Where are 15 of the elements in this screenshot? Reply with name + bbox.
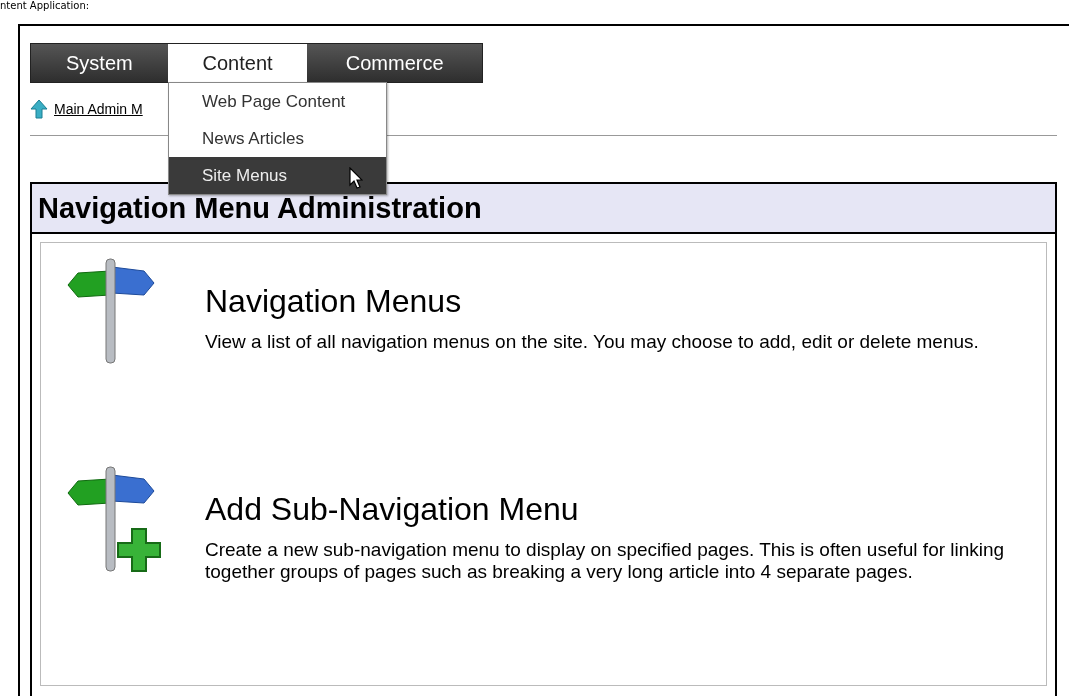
up-arrow-icon: [30, 99, 48, 119]
page-heading: ntent Application:: [0, 0, 90, 11]
menu-item[interactable]: Web Page Content: [169, 83, 386, 120]
item-description: Create a new sub-navigation menu to display on specified pages. This is often useful for linking together groups of pages such as breaking a very long article into 4 separate pages.: [205, 539, 1006, 583]
menu-tab[interactable]: Commerce: [307, 44, 482, 82]
panel-title: Navigation Menu Administration: [32, 184, 1055, 234]
menu-tab[interactable]: Content: [167, 44, 308, 82]
item-description: View a list of all navigation menus on the site. You may choose to add, edit or delete menus.: [205, 331, 979, 353]
cursor-icon: [349, 167, 363, 189]
menu-item[interactable]: Site Menus: [169, 157, 386, 194]
item-title: Navigation Menus: [205, 283, 463, 319]
back-link[interactable]: Main Admin M: [54, 98, 143, 120]
menu-item[interactable]: News Articles: [169, 120, 386, 157]
item-title: Add Sub-Navigation Menu: [205, 491, 580, 527]
menu-tab[interactable]: System: [31, 44, 168, 82]
